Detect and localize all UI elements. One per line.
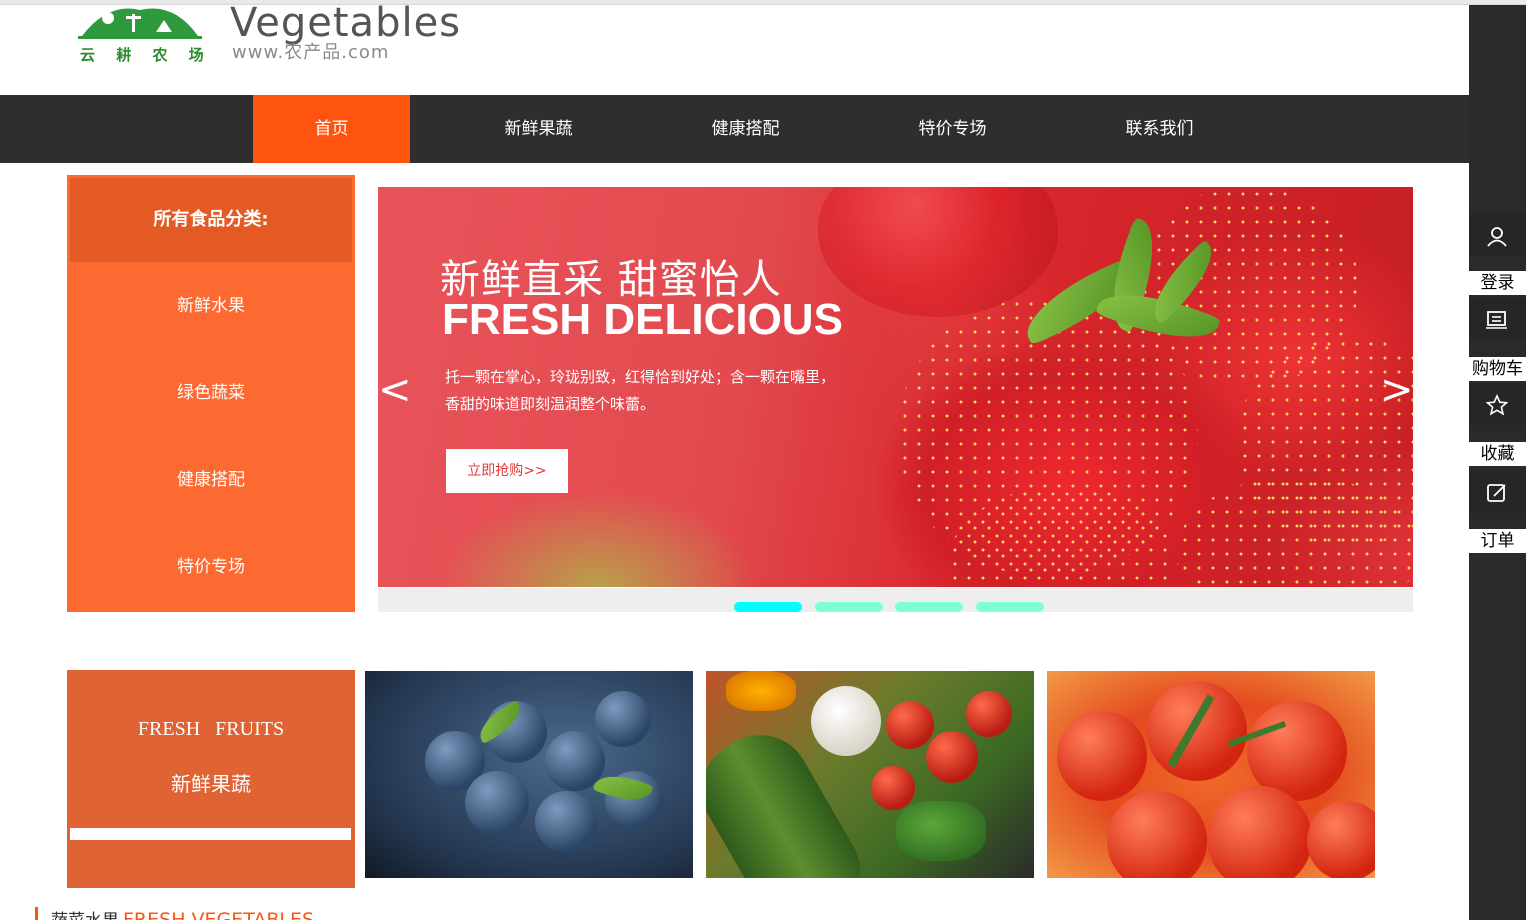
blueberries-image[interactable] (365, 671, 693, 878)
banner-desc-line2: 香甜的味道即刻温润整个味蕾。 (445, 395, 656, 413)
category-item-fruit[interactable]: 新鲜水果 (67, 286, 355, 326)
category-title: 所有食品分类: (70, 178, 352, 262)
cart-icon (1486, 311, 1507, 329)
tomatoes-image[interactable] (1047, 671, 1375, 878)
category-panel: 所有食品分类: 新鲜水果 绿色蔬菜 健康搭配 特价专场 (67, 175, 355, 612)
sidebar-label-favorites[interactable]: 收藏 (1469, 442, 1526, 466)
nav-item-healthy[interactable]: 健康搭配 (667, 95, 824, 163)
pager-dot-2[interactable] (815, 602, 883, 612)
sidebar-label-orders[interactable]: 订单 (1469, 529, 1526, 553)
user-icon (1487, 227, 1507, 247)
nav-item-special[interactable]: 特价专场 (874, 95, 1031, 163)
fresh-title-en: FRESH FRUITS (137, 718, 285, 740)
main-nav: 首页 新鲜果蔬 健康搭配 特价专场 联系我们 (0, 95, 1469, 163)
section-title-cn: 蔬菜水果 (51, 911, 119, 920)
banner-title-en: FRESH DELICIOUS (442, 295, 843, 344)
hero-banner[interactable]: 新鲜直采 甜蜜怡人 FRESH DELICIOUS 托一颗在掌心，玲珑别致，红得… (378, 187, 1413, 587)
nav-item-contact[interactable]: 联系我们 (1081, 95, 1238, 163)
cart-tab[interactable] (1469, 298, 1526, 340)
logo-farm-icon (78, 8, 202, 39)
pager-dot-1[interactable] (734, 602, 802, 612)
buy-now-button[interactable]: 立即抢购>> (446, 449, 568, 493)
site-logo[interactable]: 云 耕 农 场 (78, 6, 204, 64)
banner-next-arrow[interactable]: > (1380, 367, 1413, 413)
nav-item-fresh[interactable]: 新鲜果蔬 (460, 95, 617, 163)
fresh-divider (70, 828, 351, 840)
pager-dot-4[interactable] (976, 602, 1044, 612)
banner-prev-arrow[interactable]: < (378, 367, 412, 413)
sidebar-label-login[interactable]: 登录 (1469, 271, 1526, 295)
fresh-fruits-card[interactable]: FRESH FRUITS 新鲜果蔬 (67, 670, 355, 888)
login-tab[interactable] (1469, 214, 1526, 256)
favorites-tab[interactable] (1469, 383, 1526, 425)
vegetables-image[interactable] (706, 671, 1034, 878)
orders-tab[interactable] (1469, 471, 1526, 513)
brand-url: www.农产品.com (232, 42, 390, 63)
logo-text: 云 耕 农 场 (80, 46, 212, 64)
pager-dot-3[interactable] (895, 602, 963, 612)
section-title-en: FRESH VEGETABLES (123, 909, 315, 920)
nav-item-home[interactable]: 首页 (253, 95, 410, 163)
star-icon (1485, 394, 1509, 416)
banner-desc-line1: 托一颗在掌心，玲珑别致，红得恰到好处；含一颗在嘴里， (445, 368, 836, 386)
fresh-title-cn: 新鲜果蔬 (171, 772, 251, 796)
browser-top-line (0, 0, 1526, 5)
banner-pager (378, 588, 1413, 612)
category-item-special[interactable]: 特价专场 (67, 547, 355, 587)
category-item-vegetable[interactable]: 绿色蔬菜 (67, 373, 355, 413)
sidebar-label-cart[interactable]: 购物车 (1469, 357, 1526, 381)
section-marker (35, 907, 38, 920)
edit-icon (1487, 484, 1506, 502)
category-item-healthy[interactable]: 健康搭配 (67, 460, 355, 500)
banner-description: 托一颗在掌心，玲珑别致，红得恰到好处；含一颗在嘴里， 香甜的味道即刻温润整个味蕾… (445, 364, 905, 418)
section-title: 蔬菜水果 FRESH VEGETABLES (51, 906, 314, 920)
